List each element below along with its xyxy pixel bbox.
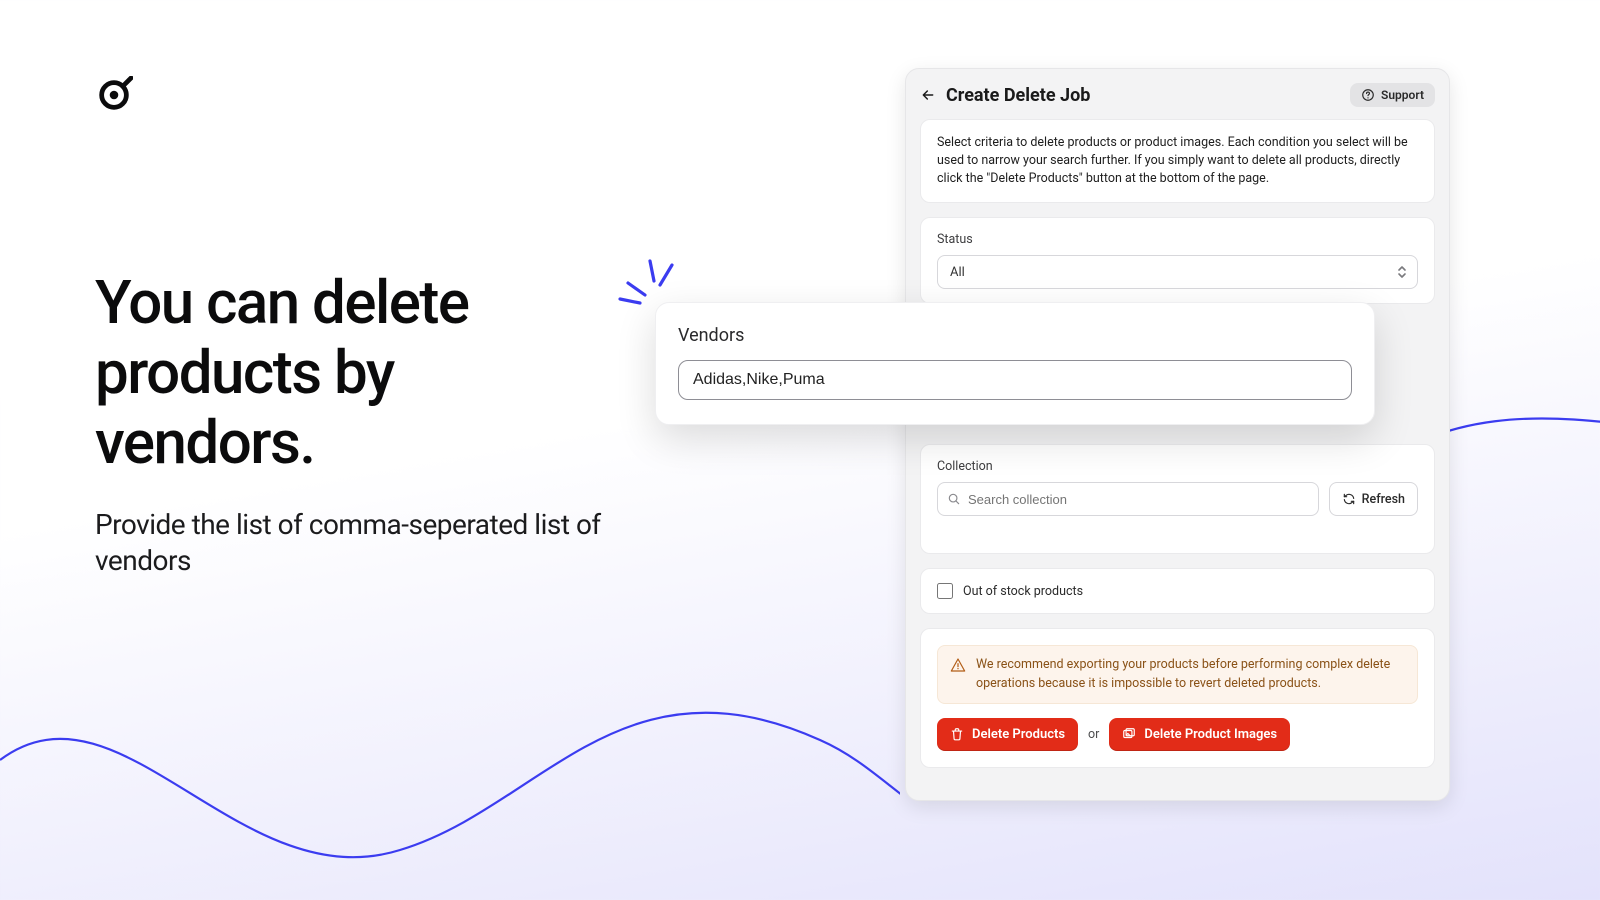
back-arrow-icon[interactable]: [920, 87, 936, 103]
support-label: Support: [1381, 88, 1424, 102]
hero-headline: You can delete products by vendors.: [95, 268, 615, 479]
warning-text: We recommend exporting your products bef…: [976, 656, 1405, 692]
info-text: Select criteria to delete products or pr…: [937, 134, 1418, 188]
warning-banner: We recommend exporting your products bef…: [937, 645, 1418, 703]
trash-icon: [950, 727, 964, 741]
search-icon: [947, 492, 961, 506]
collection-search-input[interactable]: [937, 482, 1319, 516]
refresh-label: Refresh: [1362, 492, 1405, 507]
collection-card: Collection Refresh: [920, 444, 1435, 554]
status-select[interactable]: All: [937, 255, 1418, 289]
panel-title: Create Delete Job: [946, 85, 1340, 106]
vendors-label: Vendors: [678, 325, 1352, 346]
hero-subhead: Provide the list of comma-seperated list…: [95, 507, 615, 580]
delete-images-label: Delete Product Images: [1144, 727, 1277, 742]
support-button[interactable]: Support: [1350, 83, 1435, 107]
refresh-icon: [1342, 492, 1356, 506]
decorative-wave-left: [0, 540, 900, 900]
chevron-updown-icon: [1396, 264, 1408, 280]
delete-products-label: Delete Products: [972, 727, 1065, 742]
or-text: or: [1088, 727, 1099, 742]
out-of-stock-checkbox[interactable]: [937, 583, 953, 599]
refresh-button[interactable]: Refresh: [1329, 482, 1418, 516]
create-delete-job-panel: Create Delete Job Support Select criteri…: [905, 68, 1450, 801]
info-card: Select criteria to delete products or pr…: [920, 119, 1435, 203]
images-icon: [1122, 727, 1136, 741]
vendors-input[interactable]: [678, 360, 1352, 400]
actions-card: We recommend exporting your products bef…: [920, 628, 1435, 767]
status-select-value: All: [950, 265, 965, 280]
status-card: Status All: [920, 217, 1435, 304]
brand-logo: [95, 76, 133, 114]
out-of-stock-card: Out of stock products: [920, 568, 1435, 614]
out-of-stock-label: Out of stock products: [963, 584, 1083, 599]
vendors-card: Vendors: [655, 302, 1375, 425]
warning-icon: [950, 657, 966, 673]
collection-label: Collection: [937, 459, 1418, 474]
status-label: Status: [937, 232, 1418, 247]
delete-product-images-button[interactable]: Delete Product Images: [1109, 718, 1290, 751]
help-icon: [1361, 88, 1375, 102]
delete-products-button[interactable]: Delete Products: [937, 718, 1078, 751]
